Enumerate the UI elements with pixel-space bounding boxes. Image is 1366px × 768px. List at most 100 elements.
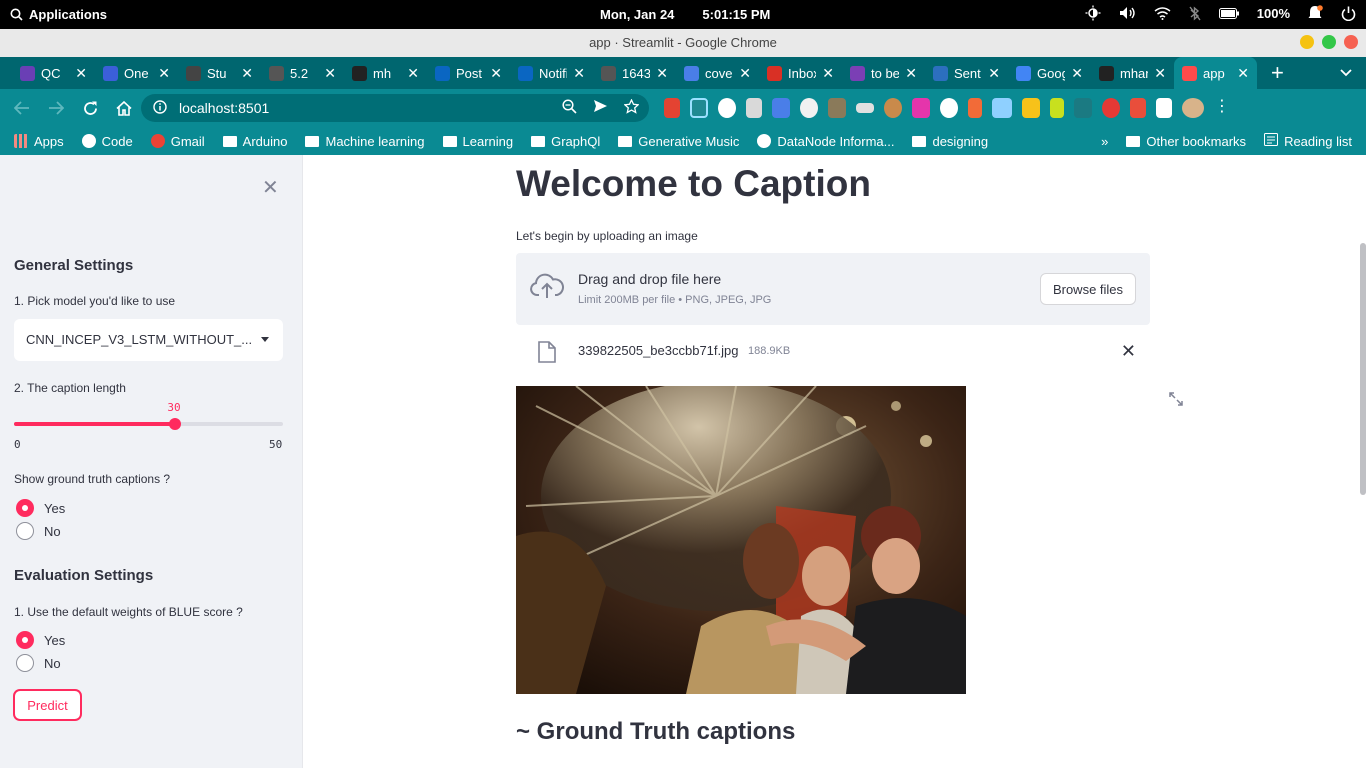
extension-translate-icon[interactable]: [772, 98, 790, 118]
volume-icon[interactable]: [1119, 6, 1136, 20]
browser-tab[interactable]: Inbox (4 ✕: [759, 57, 842, 89]
applications-menu[interactable]: Applications: [10, 7, 107, 22]
notification-icon[interactable]: [1308, 5, 1323, 21]
bookmark-item[interactable]: Gmail: [150, 134, 205, 149]
minimize-button[interactable]: [1300, 35, 1314, 49]
send-icon[interactable]: [593, 99, 608, 117]
bookmark-item[interactable]: Arduino: [222, 134, 287, 149]
bookmark-item[interactable]: Apps: [14, 134, 64, 149]
browser-tab[interactable]: mh ✕: [344, 57, 427, 89]
new-tab-button[interactable]: +: [1271, 60, 1284, 86]
bookmark-item[interactable]: Learning: [442, 134, 513, 149]
ground-truth-no-radio[interactable]: No: [16, 522, 61, 540]
close-tab-icon[interactable]: ✕: [1237, 65, 1249, 82]
close-tab-icon[interactable]: ✕: [905, 65, 917, 82]
clock[interactable]: Mon, Jan 24 5:01:15 PM: [600, 7, 770, 22]
home-button[interactable]: [108, 92, 140, 124]
browser-tab[interactable]: Post | F ✕: [427, 57, 510, 89]
remove-file-icon[interactable]: ✕: [1121, 341, 1136, 362]
bookmark-item[interactable]: DataNode Informa...: [757, 134, 894, 149]
extension-red-icon[interactable]: [1102, 98, 1120, 118]
ground-truth-yes-radio[interactable]: Yes: [16, 499, 65, 517]
browser-tab[interactable]: One ✕: [95, 57, 178, 89]
fullscreen-icon[interactable]: [1169, 392, 1183, 411]
close-tab-icon[interactable]: ✕: [573, 65, 585, 82]
close-tab-icon[interactable]: ✕: [407, 65, 419, 82]
browser-tab[interactable]: Stu ✕: [178, 57, 261, 89]
bookmark-item[interactable]: Code: [81, 134, 133, 149]
browser-tab[interactable]: Notifica ✕: [510, 57, 593, 89]
zoom-icon[interactable]: [562, 99, 577, 117]
weights-yes-radio[interactable]: Yes: [16, 631, 65, 649]
extension-pen-icon[interactable]: [992, 98, 1012, 118]
close-tab-icon[interactable]: ✕: [822, 65, 834, 82]
extension-bolt-icon[interactable]: [1050, 98, 1064, 118]
close-tab-icon[interactable]: ✕: [739, 65, 751, 82]
extension-glasses-icon[interactable]: [856, 103, 874, 113]
extension-react-icon[interactable]: [690, 98, 708, 118]
browse-files-button[interactable]: Browse files: [1040, 273, 1136, 305]
browser-tab[interactable]: mhanna ✕: [1091, 57, 1174, 89]
main-scrollbar[interactable]: [1360, 243, 1366, 495]
bluetooth-off-icon[interactable]: [1189, 5, 1201, 21]
predict-button[interactable]: Predict: [14, 690, 81, 720]
close-sidebar-icon[interactable]: ✕: [262, 175, 279, 200]
browser-tab[interactable]: to be b ✕: [842, 57, 925, 89]
tab-search-icon[interactable]: [1340, 64, 1352, 80]
reload-button[interactable]: [74, 92, 106, 124]
browser-tab[interactable]: 5.2 ✕: [261, 57, 344, 89]
weights-no-radio[interactable]: No: [16, 654, 61, 672]
bookmark-item[interactable]: GraphQl: [531, 134, 600, 149]
browser-tab[interactable]: cover le ✕: [676, 57, 759, 89]
browser-tab[interactable]: Sent - M ✕: [925, 57, 1008, 89]
close-tab-icon[interactable]: ✕: [158, 65, 170, 82]
address-bar[interactable]: localhost:8501: [141, 94, 649, 122]
extension-cookie-icon[interactable]: [884, 98, 902, 118]
other-bookmarks[interactable]: Other bookmarks: [1126, 134, 1246, 149]
close-tab-icon[interactable]: ✕: [1071, 65, 1083, 82]
power-icon[interactable]: [1341, 6, 1356, 21]
close-tab-icon[interactable]: ✕: [241, 65, 253, 82]
extension-target-icon[interactable]: [718, 98, 736, 118]
profile-avatar[interactable]: [1182, 98, 1204, 118]
extension-clock-icon[interactable]: [940, 98, 958, 118]
close-tab-icon[interactable]: ✕: [324, 65, 336, 82]
extension-person-icon[interactable]: [1130, 98, 1146, 118]
browser-tab[interactable]: Google ✕: [1008, 57, 1091, 89]
bookmarks-overflow-icon[interactable]: »: [1101, 134, 1108, 149]
browser-tab[interactable]: app ✕: [1174, 57, 1257, 89]
close-tab-icon[interactable]: ✕: [988, 65, 1000, 82]
close-tab-icon[interactable]: ✕: [656, 65, 668, 82]
slider-thumb[interactable]: [169, 418, 182, 430]
extension-speed-icon[interactable]: [800, 98, 818, 118]
caption-length-slider[interactable]: [14, 418, 283, 430]
extension-badge-icon[interactable]: [1022, 98, 1040, 118]
close-window-button[interactable]: [1344, 35, 1358, 49]
star-icon[interactable]: [623, 98, 640, 117]
back-button[interactable]: [6, 92, 38, 124]
maximize-button[interactable]: [1322, 35, 1336, 49]
browser-menu-icon[interactable]: ⋮: [1214, 98, 1230, 118]
battery-icon[interactable]: [1218, 7, 1239, 19]
close-tab-icon[interactable]: ✕: [490, 65, 502, 82]
forward-button[interactable]: [40, 92, 72, 124]
extension-off-icon[interactable]: [828, 98, 846, 118]
browser-tab[interactable]: 164302 ✕: [593, 57, 676, 89]
extension-gear-icon[interactable]: [1074, 98, 1092, 118]
close-tab-icon[interactable]: ✕: [1154, 65, 1166, 82]
wifi-icon[interactable]: [1154, 6, 1171, 20]
bookmark-item[interactable]: designing: [912, 134, 988, 149]
file-uploader-dropzone[interactable]: Drag and drop file here Limit 200MB per …: [516, 253, 1150, 325]
extension-shield-icon[interactable]: [746, 98, 762, 118]
bookmark-item[interactable]: Machine learning: [305, 134, 425, 149]
site-info-icon[interactable]: [153, 99, 167, 117]
brightness-icon[interactable]: [1085, 5, 1101, 21]
extensions-puzzle-icon[interactable]: [1156, 98, 1172, 118]
bookmark-item[interactable]: Generative Music: [618, 134, 739, 149]
extension-graphql-icon[interactable]: [912, 98, 930, 118]
close-tab-icon[interactable]: ✕: [75, 65, 87, 82]
extension-figma-icon[interactable]: [968, 98, 982, 118]
model-select[interactable]: CNN_INCEP_V3_LSTM_WITHOUT_...: [14, 319, 283, 361]
extension-todoist-icon[interactable]: [664, 98, 680, 118]
browser-tab[interactable]: QC ✕: [12, 57, 95, 89]
